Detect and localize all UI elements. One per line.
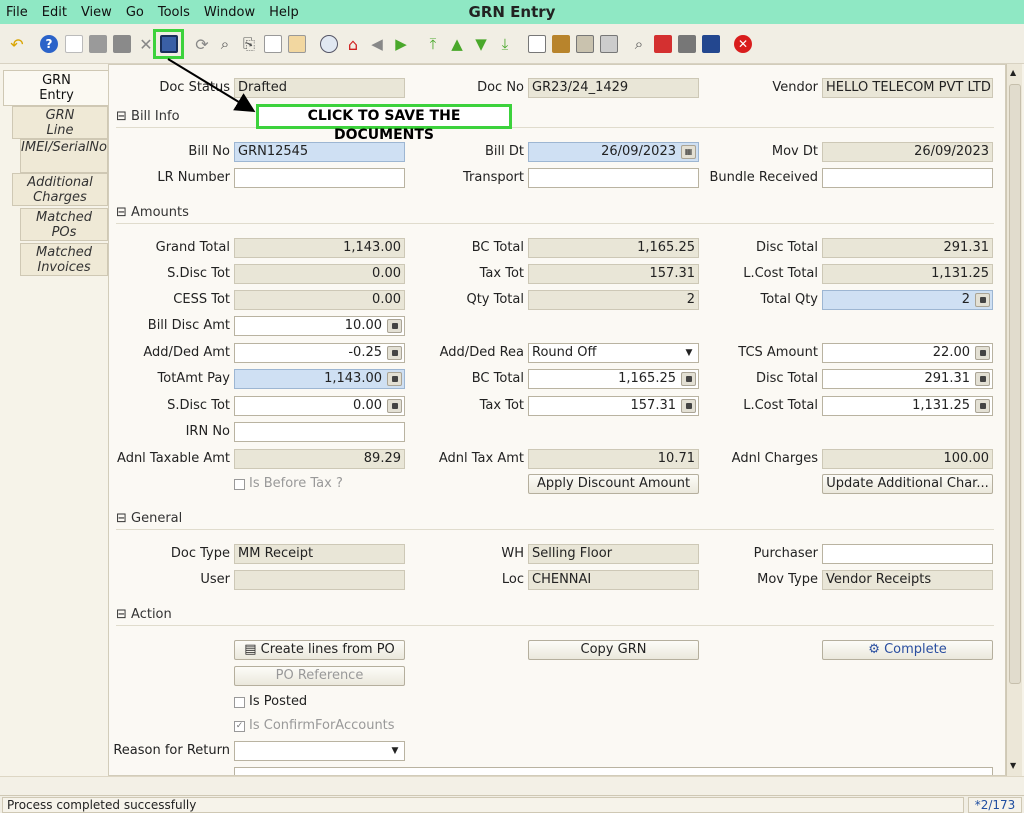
vertical-scrollbar[interactable]: ▲ ▼: [1006, 64, 1022, 776]
status-message: Process completed successfully: [2, 797, 964, 813]
record-indicator[interactable]: *2/173: [968, 797, 1022, 813]
bottom-strip: [0, 776, 1024, 795]
scroll-down-icon[interactable]: ▼: [1010, 761, 1016, 770]
save-annotation-callout: CLICK TO SAVE THE DOCUMENTS: [256, 104, 512, 143]
scroll-up-icon[interactable]: ▲: [1010, 68, 1016, 77]
annotation-arrow: [167, 58, 256, 113]
status-bar: Process completed successfully *2/173: [0, 795, 1024, 813]
scroll-thumb[interactable]: [1009, 84, 1021, 684]
